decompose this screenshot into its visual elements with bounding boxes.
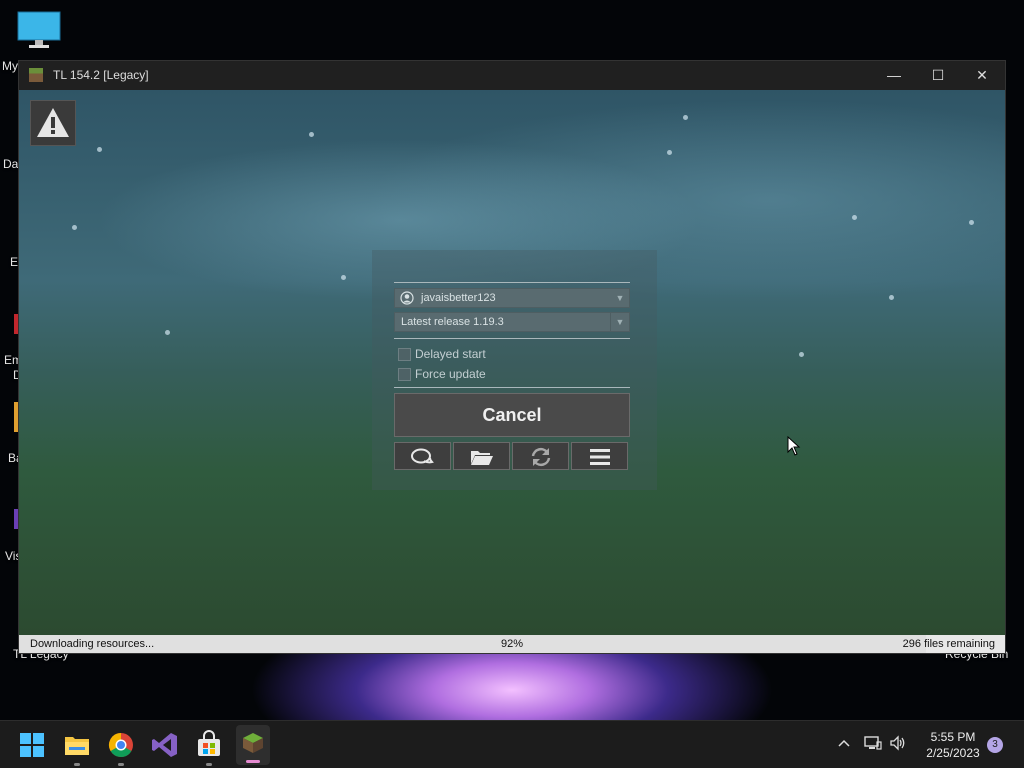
mouse-cursor-icon [787, 436, 801, 456]
desktop-icon-data[interactable]: Dat [0, 112, 22, 172]
refresh-icon [531, 447, 550, 467]
taskbar: 5:55 PM 2/25/2023 [0, 720, 1024, 768]
notification-badge[interactable]: 3 [987, 737, 1003, 753]
divider [394, 387, 630, 388]
progress-percent: 92% [501, 638, 524, 650]
star-decoration [341, 275, 346, 280]
files-remaining: 296 files remaining [902, 638, 995, 650]
desktop-icon-vis[interactable]: Vis [0, 505, 21, 565]
star-decoration [799, 352, 804, 357]
taskbar-chrome[interactable] [105, 729, 137, 766]
window-titlebar[interactable]: TL 154.2 [Legacy] — ☐ ✕ [19, 61, 1005, 90]
star-decoration [667, 150, 672, 155]
start-button[interactable] [16, 729, 48, 761]
running-indicator [74, 763, 80, 766]
close-button[interactable]: ✕ [960, 61, 1004, 90]
desktop-icon-label: My [2, 59, 18, 73]
settings-menu-button[interactable] [571, 442, 628, 470]
star-decoration [309, 132, 314, 137]
divider [394, 282, 630, 283]
menu-icon [589, 449, 610, 465]
clock-time: 5:55 PM [930, 730, 976, 744]
progress-bar [19, 635, 927, 653]
version-label: Latest release 1.19.3 [401, 316, 504, 328]
account-name: javaisbetter123 [421, 292, 496, 304]
network-button[interactable] [864, 735, 882, 754]
star-decoration [889, 295, 894, 300]
cancel-button[interactable]: Cancel [394, 393, 630, 437]
chrome-icon [108, 733, 133, 758]
version-select[interactable]: Latest release 1.19.3 ▼ [394, 312, 630, 332]
running-indicator [206, 763, 212, 766]
force-update-label: Force update [415, 367, 486, 381]
minimize-button[interactable]: — [872, 61, 916, 90]
network-icon [864, 736, 882, 750]
delayed-start-label: Delayed start [415, 347, 486, 361]
volume-button[interactable] [889, 735, 907, 754]
checkbox-box[interactable] [398, 368, 411, 381]
taskbar-visual-studio[interactable] [149, 729, 181, 761]
active-indicator [246, 760, 260, 763]
user-icon [400, 291, 414, 305]
monitor-icon [17, 11, 61, 48]
warning-button[interactable] [30, 100, 76, 146]
desktop-icon-ba[interactable]: Ba [0, 400, 23, 465]
star-decoration [852, 215, 857, 220]
star-decoration [97, 147, 102, 152]
status-message: Downloading resources... [30, 638, 155, 650]
taskbar-tl-legacy[interactable] [236, 725, 270, 765]
file-explorer-icon [65, 737, 89, 755]
window-title: TL 154.2 [Legacy] [53, 68, 149, 82]
open-folder-button[interactable] [453, 442, 510, 470]
chevron-down-icon: ▼ [615, 293, 625, 303]
login-panel: javaisbetter123 ▼ Latest release 1.19.3 … [372, 250, 657, 490]
refresh-button[interactable] [512, 442, 569, 470]
chevron-down-icon: ▼ [610, 313, 629, 331]
taskbar-store[interactable] [193, 729, 225, 766]
star-decoration [72, 225, 77, 230]
chevron-up-icon [838, 739, 850, 747]
folder-icon [470, 451, 493, 465]
checkbox-box[interactable] [398, 348, 411, 361]
clock[interactable]: 5:55 PM 2/25/2023 [918, 729, 988, 761]
launcher-window: TL 154.2 [Legacy] — ☐ ✕ javaisbetter123 … [19, 61, 1005, 653]
status-bar: Downloading resources... 92% 296 files r… [19, 635, 1005, 653]
taskbar-file-explorer[interactable] [61, 729, 93, 766]
show-hidden-icons-button[interactable] [836, 735, 852, 754]
desktop-icon-em[interactable]: Em D [0, 310, 22, 385]
grass-block-icon [29, 68, 43, 82]
grass-block-icon [243, 733, 263, 753]
chat-button[interactable] [394, 442, 451, 470]
store-icon [198, 730, 220, 756]
visual-studio-icon [152, 733, 177, 757]
running-indicator [118, 763, 124, 766]
chat-icon [410, 448, 434, 464]
windows-start-icon [20, 733, 44, 757]
star-decoration [969, 220, 974, 225]
maximize-button[interactable]: ☐ [916, 61, 960, 90]
star-decoration [165, 330, 170, 335]
launcher-background: javaisbetter123 ▼ Latest release 1.19.3 … [19, 90, 1005, 635]
account-select[interactable]: javaisbetter123 ▼ [394, 288, 630, 308]
warning-icon [37, 108, 69, 137]
speaker-icon [890, 735, 905, 751]
star-decoration [683, 115, 688, 120]
divider [394, 338, 630, 339]
clock-date: 2/25/2023 [926, 746, 980, 760]
desktop-icon-ev[interactable]: Ev [0, 210, 24, 270]
